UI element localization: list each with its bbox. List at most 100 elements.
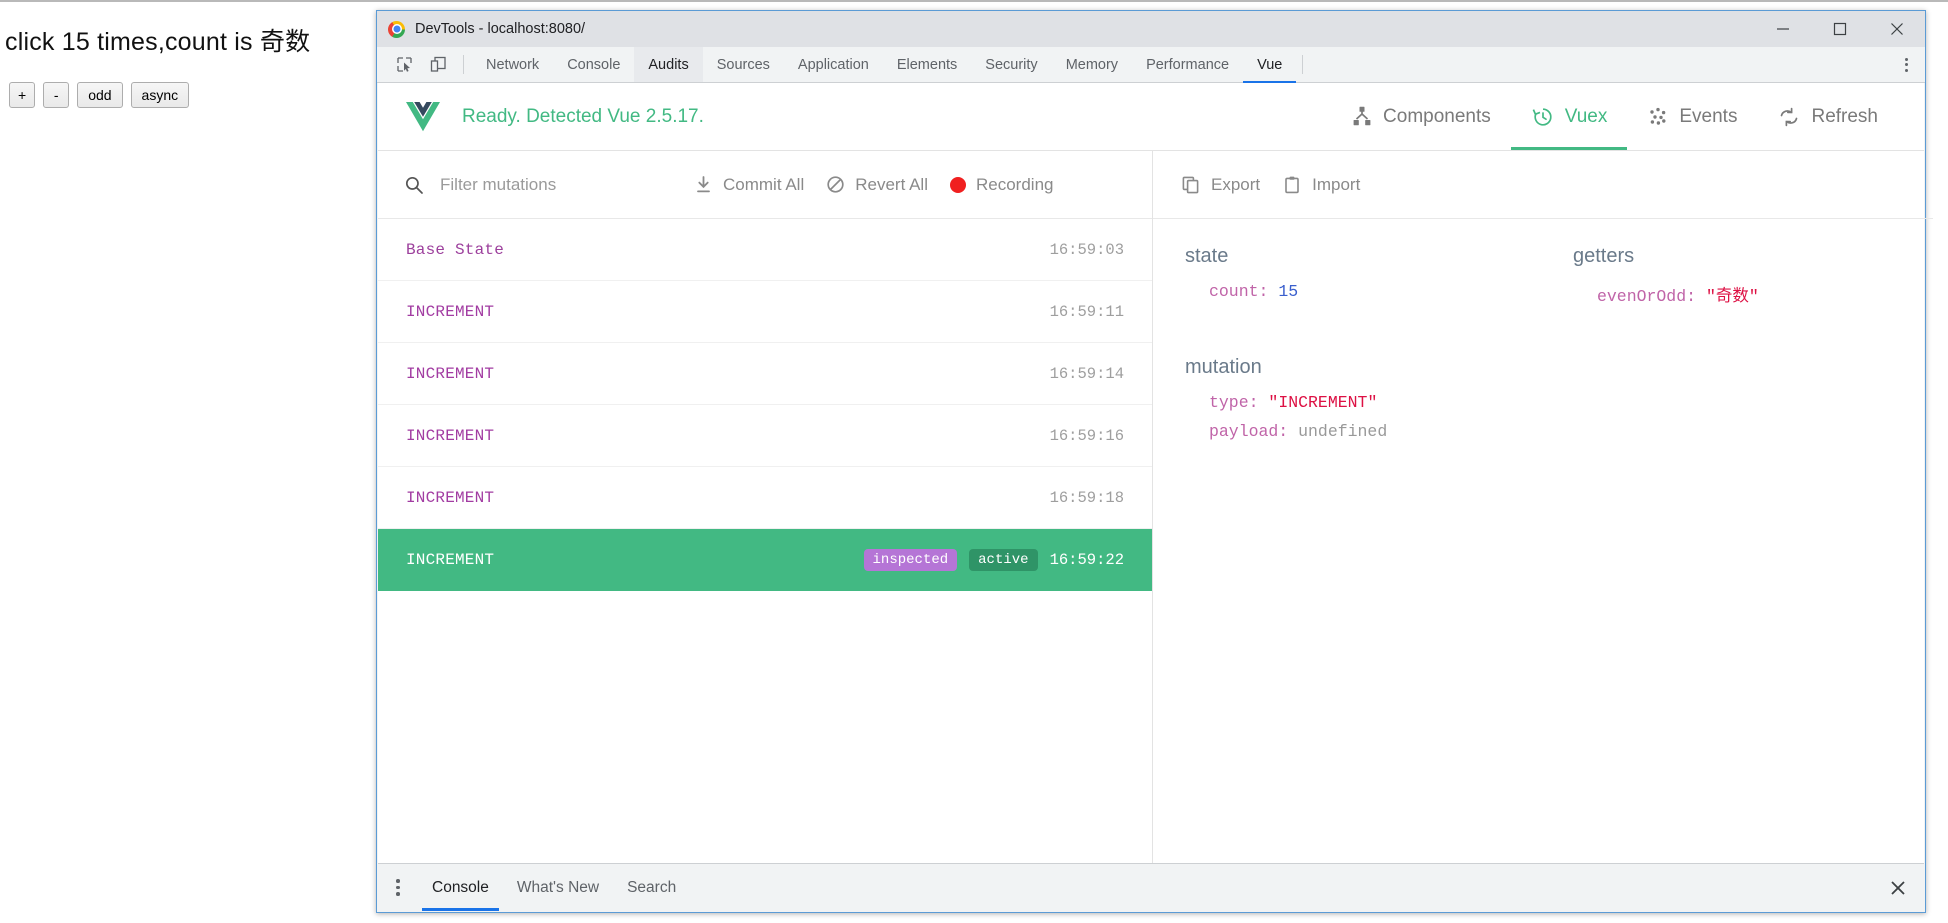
mutation-name: Base State	[406, 240, 505, 259]
drawer-more-button[interactable]	[378, 864, 418, 911]
chrome-logo-icon	[388, 20, 405, 38]
maximize-button[interactable]	[1811, 11, 1868, 47]
filter-mutations-input[interactable]	[438, 173, 668, 196]
mutations-toolbar: Commit All Revert All Recording	[378, 151, 1152, 219]
recording-toggle[interactable]: Recording	[949, 174, 1054, 195]
mutation-time: 16:59:16	[1049, 426, 1124, 445]
mutation-type-key: type:	[1209, 393, 1259, 412]
minimize-button[interactable]	[1754, 11, 1811, 47]
filter-mutations-field[interactable]	[404, 173, 694, 196]
vue-nav: Components Vuex Events Refresh	[1331, 83, 1924, 150]
increment-button[interactable]: +	[9, 82, 36, 108]
getters-title: getters	[1573, 245, 1635, 267]
mutation-name: INCREMENT	[406, 364, 495, 383]
detail-columns: state count: 15 getters evenOrOdd: "奇数"	[1153, 245, 1933, 316]
vue-nav-events[interactable]: Events	[1627, 83, 1757, 150]
tab-vue[interactable]: Vue	[1243, 47, 1297, 83]
recording-label: Recording	[975, 174, 1054, 194]
vue-nav-vuex[interactable]: Vuex	[1510, 83, 1628, 150]
close-icon	[1891, 880, 1905, 895]
mutation-row-right: 16:59:14	[1050, 365, 1124, 383]
tab-memory[interactable]: Memory	[1052, 47, 1132, 82]
block-icon	[827, 176, 844, 193]
mutation-row-right: inspected active 16:59:22	[863, 548, 1124, 571]
vue-nav-vuex-label: Vuex	[1564, 105, 1608, 127]
getters-section: getters evenOrOdd: "奇数"	[1543, 245, 1933, 316]
mutation-payload-key: payload:	[1209, 422, 1289, 441]
async-button[interactable]: async	[130, 82, 190, 108]
device-toolbar-icon[interactable]	[421, 47, 455, 82]
mutation-name: INCREMENT	[406, 550, 495, 569]
vuex-body: Commit All Revert All Recording	[378, 151, 1933, 863]
inspect-element-icon[interactable]	[387, 47, 421, 82]
mutation-title: mutation	[1185, 356, 1262, 378]
devtools-more-button[interactable]	[1887, 47, 1925, 82]
tab-elements[interactable]: Elements	[883, 47, 971, 82]
tab-network[interactable]: Network	[472, 47, 553, 82]
active-badge: active	[969, 548, 1038, 571]
mutation-row-right: 16:59:18	[1050, 489, 1124, 507]
vue-nav-refresh-label: Refresh	[1811, 105, 1878, 127]
mutation-name: INCREMENT	[406, 302, 495, 321]
state-count-value: 15	[1278, 282, 1299, 301]
clipboard-icon	[1285, 176, 1299, 193]
drawer-tab-search[interactable]: Search	[613, 864, 690, 911]
getters-evenorodd-row: evenOrOdd: "奇数"	[1597, 282, 1933, 306]
mutation-type-value: "INCREMENT"	[1268, 393, 1378, 412]
tab-application[interactable]: Application	[784, 47, 883, 82]
decrement-button[interactable]: -	[43, 82, 70, 108]
mutation-row-right: 16:59:03	[1050, 241, 1124, 259]
state-title: state	[1185, 245, 1229, 267]
vue-nav-components[interactable]: Components	[1331, 83, 1511, 150]
vue-nav-events-label: Events	[1679, 105, 1738, 127]
tab-performance[interactable]: Performance	[1132, 47, 1243, 82]
kebab-icon	[396, 879, 400, 896]
mutation-row-right: 16:59:16	[1050, 427, 1124, 445]
mutation-time: 16:59:22	[1049, 550, 1124, 569]
mutation-time: 16:59:18	[1049, 488, 1124, 507]
mutation-section: mutation type: "INCREMENT" payload: unde…	[1153, 356, 1543, 441]
revert-all-button[interactable]: Revert All	[826, 175, 928, 195]
import-button[interactable]: Import	[1282, 175, 1360, 195]
odd-button[interactable]: odd	[77, 82, 123, 108]
drawer-tab-console[interactable]: Console	[418, 864, 503, 911]
mutation-row[interactable]: INCREMENT 16:59:11	[378, 281, 1152, 343]
tab-sources[interactable]: Sources	[703, 47, 784, 82]
window-titlebar: DevTools - localhost:8080/	[377, 11, 1925, 47]
drawer-tab-whats-new[interactable]: What's New	[503, 864, 613, 911]
webpage-content: click 15 times,count is 奇数 + - odd async	[0, 2, 380, 923]
mutation-row[interactable]: INCREMENT 16:59:16	[378, 405, 1152, 467]
getters-evenorodd-key: evenOrOdd:	[1597, 287, 1697, 306]
commit-all-button[interactable]: Commit All	[694, 175, 804, 195]
mutation-type-row: type: "INCREMENT"	[1209, 393, 1543, 412]
devtools-window: DevTools - localhost:8080/ Network Conso…	[376, 10, 1933, 913]
tab-security[interactable]: Security	[971, 47, 1051, 82]
inspector-toolbar: Export Import	[1153, 151, 1933, 219]
mutation-row-right: 16:59:11	[1050, 303, 1124, 321]
devtools-tabstrip: Network Console Audits Sources Applicati…	[377, 47, 1925, 83]
tab-console[interactable]: Console	[553, 47, 634, 82]
mutation-row[interactable]: INCREMENT 16:59:14	[378, 343, 1152, 405]
close-button[interactable]	[1868, 11, 1925, 47]
mutation-time: 16:59:11	[1049, 302, 1124, 321]
mutation-payload-row: payload: undefined	[1209, 422, 1543, 441]
mutation-payload-value: undefined	[1298, 422, 1388, 441]
mutations-pane: Commit All Revert All Recording	[378, 151, 1153, 863]
record-dot-icon	[949, 176, 966, 193]
vue-nav-components-label: Components	[1383, 105, 1491, 127]
state-section: state count: 15	[1153, 245, 1543, 316]
inspector-detail: state count: 15 getters evenOrOdd: "奇数" …	[1153, 219, 1933, 863]
page-heading: click 15 times,count is 奇数	[5, 28, 311, 56]
mutation-row[interactable]: INCREMENT 16:59:18	[378, 467, 1152, 529]
search-icon	[405, 176, 423, 194]
mutation-row-base-state[interactable]: Base State 16:59:03	[378, 219, 1152, 281]
download-icon	[697, 176, 710, 193]
vue-nav-refresh[interactable]: Refresh	[1757, 83, 1898, 150]
mutation-row-selected[interactable]: INCREMENT inspected active 16:59:22	[378, 529, 1152, 591]
drawer-close-button[interactable]	[1872, 864, 1924, 911]
state-count-key: count:	[1209, 282, 1269, 301]
inspected-badge: inspected	[863, 548, 958, 571]
export-button[interactable]: Export	[1181, 175, 1260, 195]
vue-status-text: Ready. Detected Vue 2.5.17.	[462, 105, 704, 127]
tab-audits[interactable]: Audits	[634, 47, 703, 82]
